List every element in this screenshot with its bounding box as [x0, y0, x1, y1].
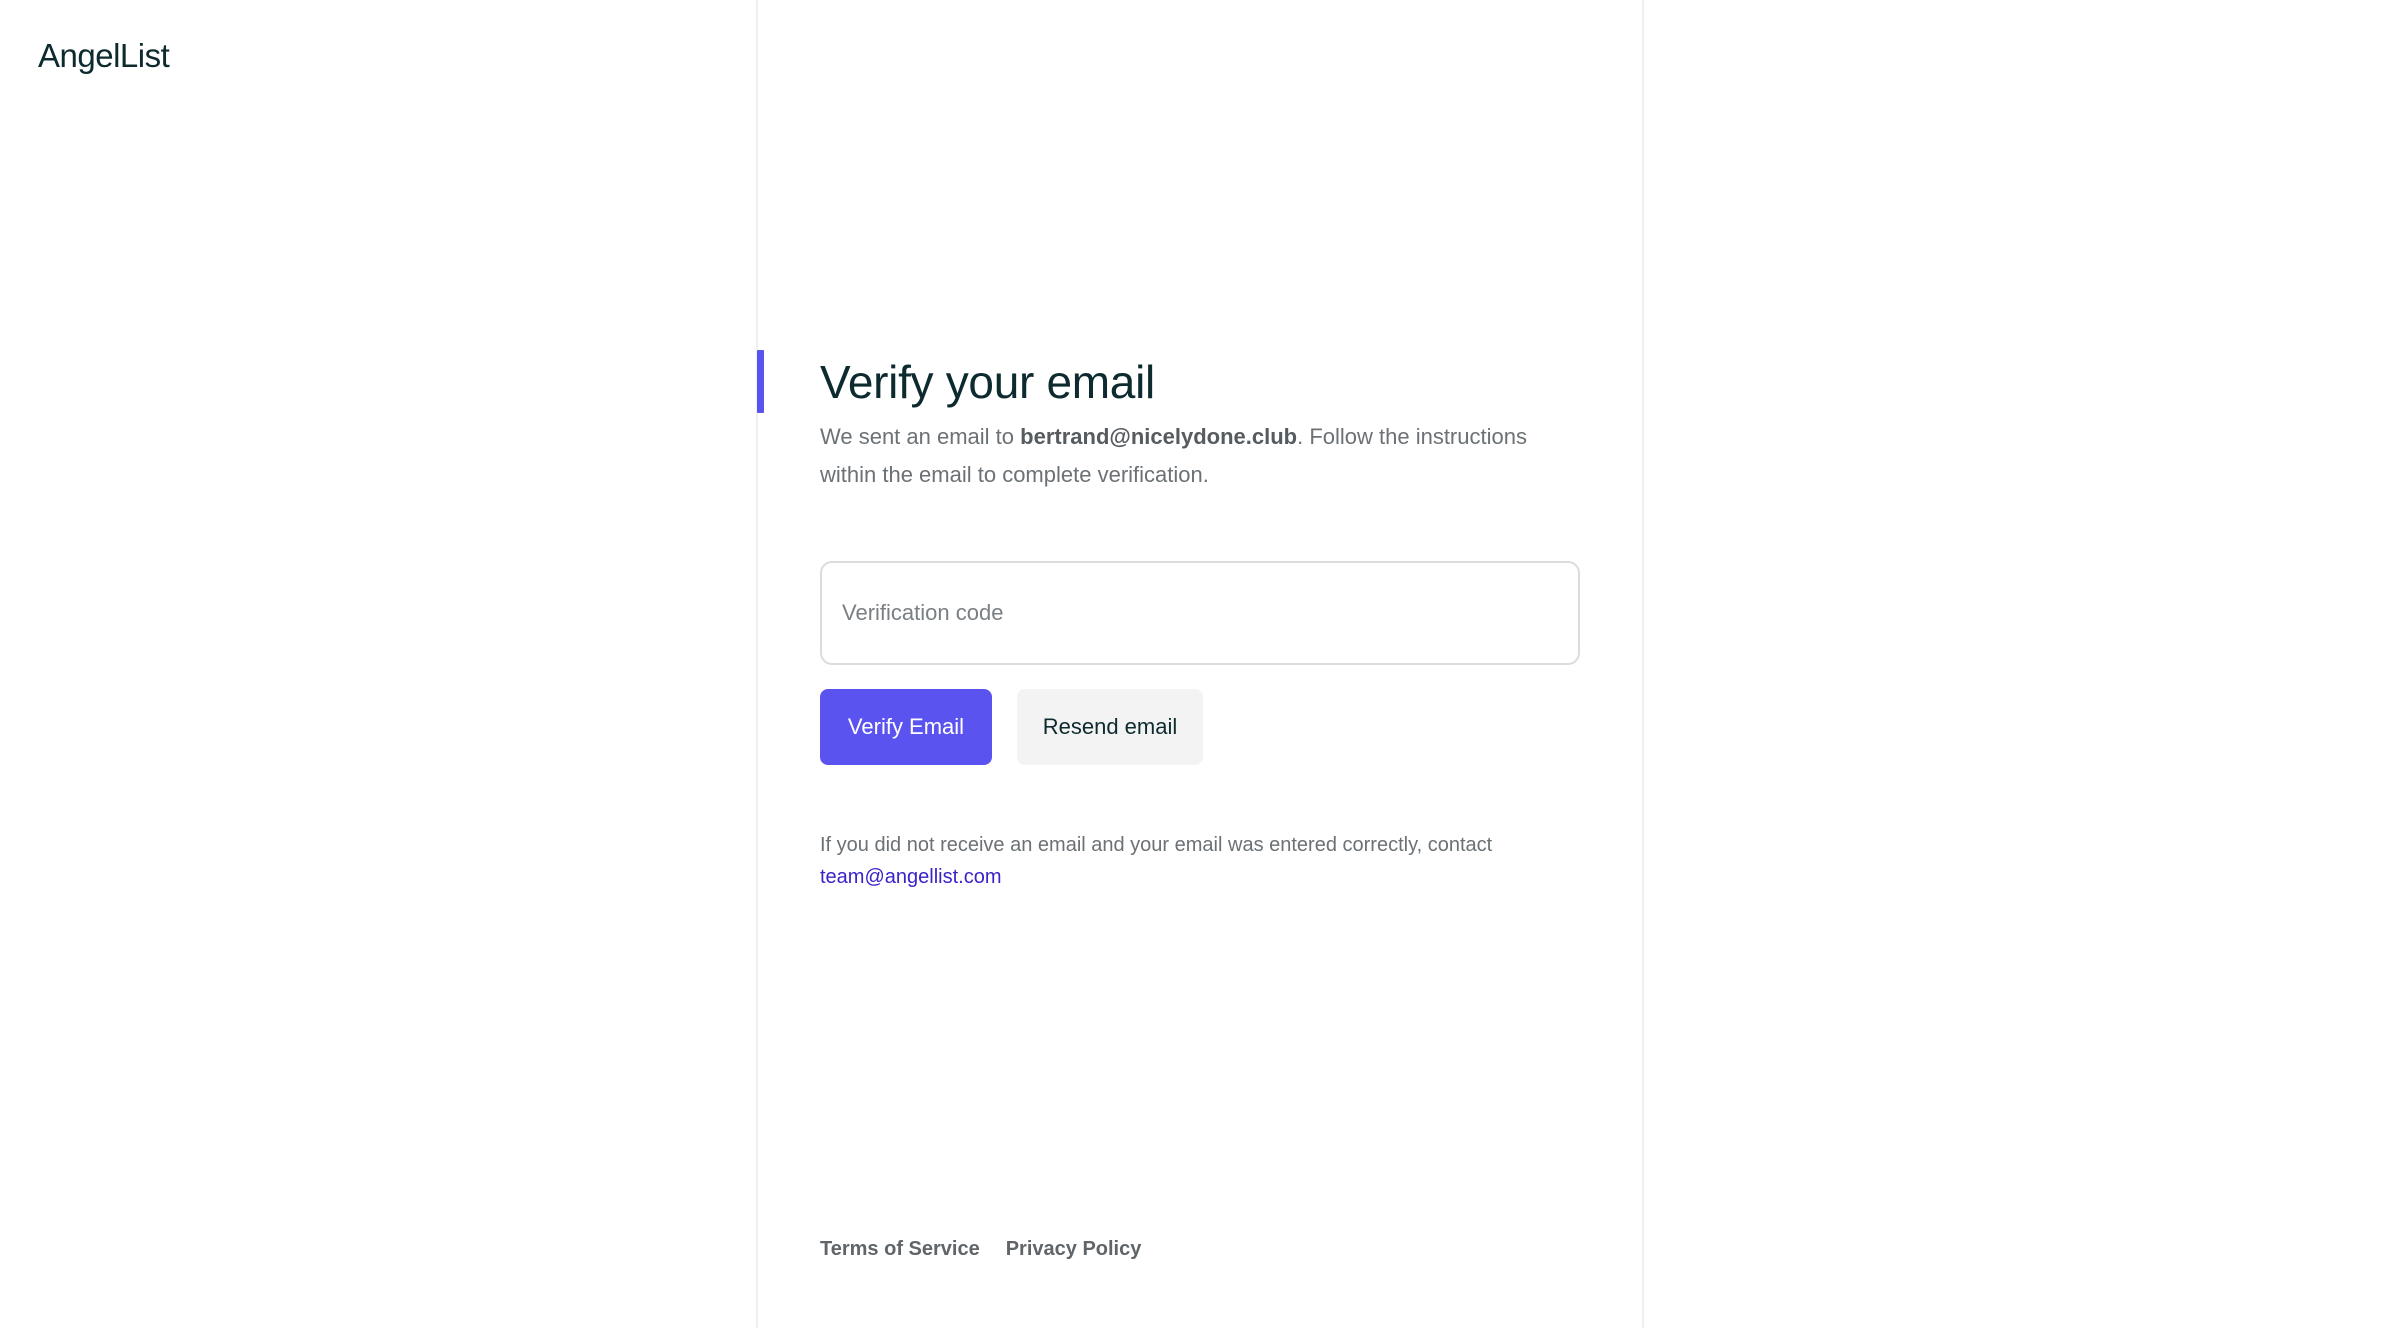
- verification-code-field[interactable]: [820, 561, 1580, 665]
- verify-description: We sent an email to bertrand@nicelydone.…: [820, 418, 1560, 494]
- verify-panel: Verify your email We sent an email to be…: [820, 352, 1580, 893]
- column-divider-right: [1642, 0, 1644, 1328]
- support-email-link[interactable]: team@angellist.com: [820, 866, 1001, 888]
- privacy-policy-link[interactable]: Privacy Policy: [1006, 1238, 1142, 1261]
- help-message: If you did not receive an email and your…: [820, 834, 1493, 856]
- resend-email-button[interactable]: Resend email: [1017, 689, 1203, 765]
- verify-email-button[interactable]: Verify Email: [820, 689, 992, 765]
- angellist-logo[interactable]: AngelList: [38, 34, 170, 78]
- verification-code-input[interactable]: [840, 599, 1560, 627]
- terms-of-service-link[interactable]: Terms of Service: [820, 1238, 980, 1261]
- action-buttons: Verify Email Resend email: [820, 689, 1580, 765]
- title-accent-bar: [757, 350, 764, 413]
- desc-prefix: We sent an email to: [820, 424, 1021, 449]
- footer-links: Terms of Service Privacy Policy: [820, 1238, 1141, 1261]
- sent-email-address: bertrand@nicelydone.club: [1020, 424, 1298, 449]
- help-text: If you did not receive an email and your…: [820, 829, 1580, 893]
- page-title: Verify your email: [820, 356, 1155, 408]
- column-divider-left: [756, 0, 758, 1328]
- page: AngelList Verify your email We sent an e…: [0, 0, 2400, 1328]
